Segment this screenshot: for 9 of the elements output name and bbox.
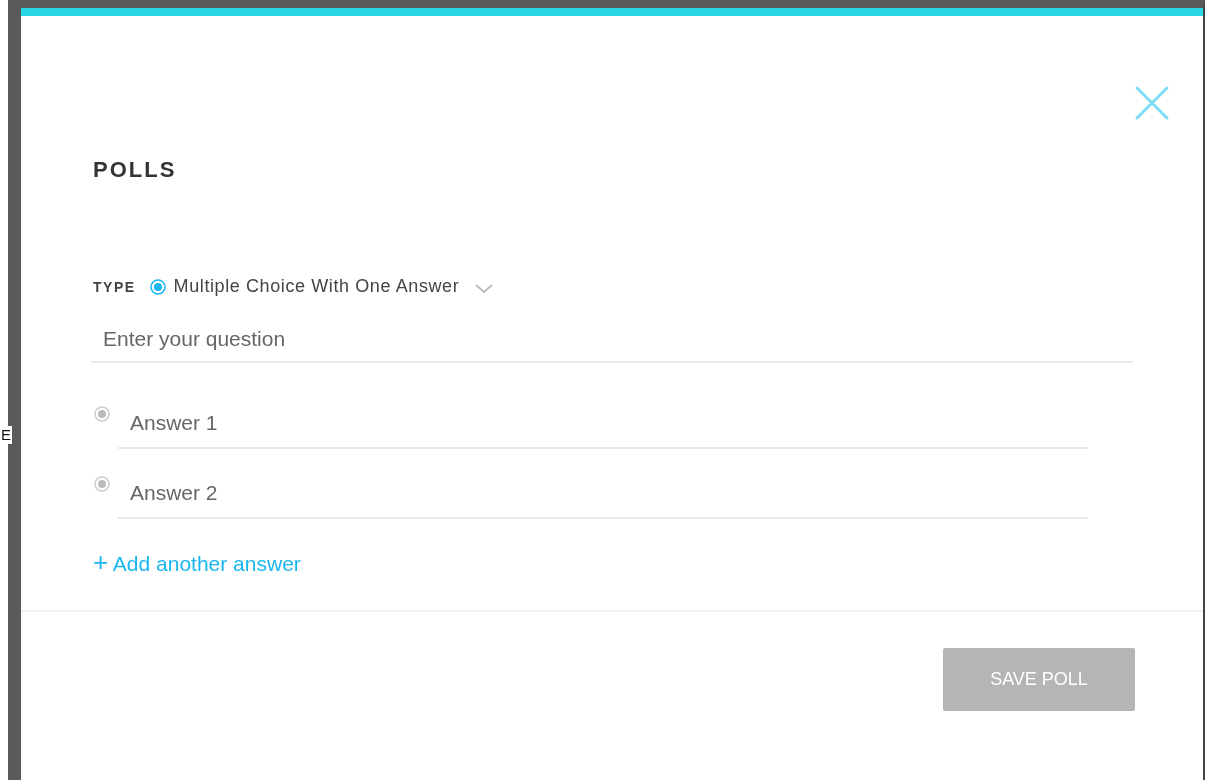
add-answer-link[interactable]: + Add another answer bbox=[91, 547, 301, 578]
close-icon[interactable] bbox=[1135, 86, 1169, 120]
type-dropdown[interactable]: Multiple Choice With One Answer bbox=[149, 276, 494, 297]
chevron-down-icon bbox=[475, 283, 494, 294]
type-label: TYPE bbox=[93, 278, 136, 295]
radio-icon[interactable] bbox=[94, 406, 110, 422]
backdrop-text: E bbox=[0, 426, 12, 444]
dialog-title: POLLS bbox=[93, 156, 178, 184]
radio-icon[interactable] bbox=[94, 476, 110, 492]
